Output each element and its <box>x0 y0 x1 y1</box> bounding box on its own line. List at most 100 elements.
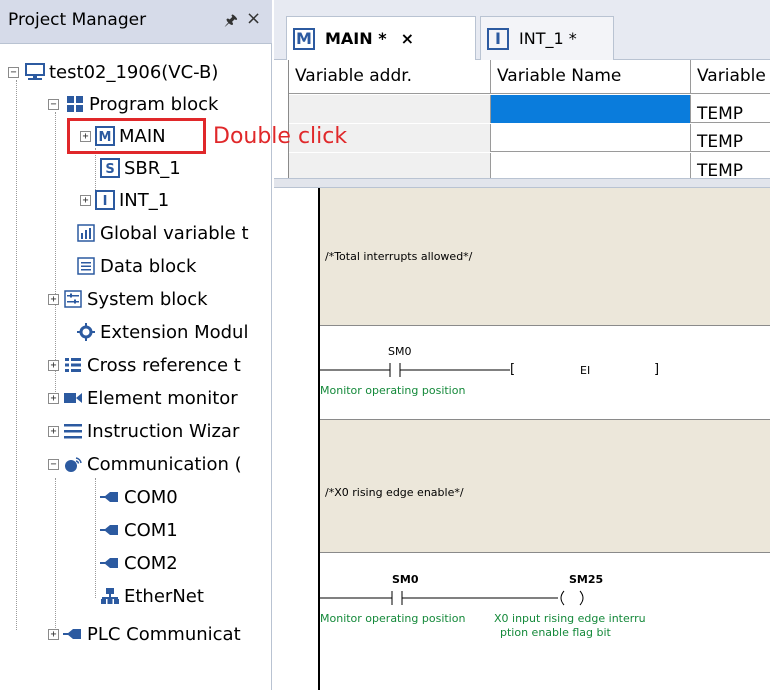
instruction-bracket-open: [ <box>510 362 516 377</box>
expand-icon[interactable]: + <box>48 392 59 404</box>
tree-item-plc-communication[interactable]: + PLC Communicat <box>48 620 241 648</box>
contact-address: SM0 <box>388 345 412 358</box>
ethernet-icon <box>100 586 120 606</box>
editor-splitter[interactable] <box>274 178 770 188</box>
expand-icon[interactable]: + <box>48 359 59 371</box>
tree-item-program-block[interactable]: − Program block <box>48 90 218 118</box>
tree-item-label: COM1 <box>124 519 178 541</box>
expand-icon[interactable]: + <box>48 425 59 437</box>
tab-int-1[interactable]: I INT_1 * <box>480 16 614 60</box>
tree-item-label: System block <box>87 288 208 310</box>
variable-name-cell[interactable] <box>491 153 691 178</box>
tree-item-label: Communication ( <box>87 453 242 475</box>
double-click-annotation: Double click <box>213 124 348 149</box>
project-manager-title: Project Manager <box>8 10 147 30</box>
system-block-icon <box>63 289 83 309</box>
tree-item-label: SBR_1 <box>124 157 181 179</box>
tree-item-sbr-1[interactable]: S SBR_1 <box>100 154 181 182</box>
collapse-icon[interactable]: − <box>48 458 59 470</box>
contact-comment: Monitor operating position <box>320 384 466 397</box>
tree-item-instruction-wizard[interactable]: + Instruction Wizar <box>48 417 239 445</box>
variable-type-cell[interactable]: TEMP <box>691 124 770 152</box>
tree-item-com1[interactable]: COM1 <box>100 516 178 544</box>
coil-comment: X0 input rising edge interru <box>494 612 646 625</box>
tree-item-communication[interactable]: − Communication ( <box>48 450 242 478</box>
variable-addr-cell[interactable] <box>289 95 491 123</box>
data-block-icon <box>76 256 96 276</box>
plc-icon <box>25 62 45 82</box>
tree-item-extension-module[interactable]: Extension Modul <box>76 318 248 346</box>
variable-name-cell[interactable] <box>491 124 691 152</box>
collapse-icon[interactable]: − <box>8 66 19 78</box>
tab-label: MAIN * <box>325 29 387 48</box>
tree-item-label: PLC Communicat <box>87 623 241 645</box>
tree-item-label: COM0 <box>124 486 178 508</box>
network-comment: /*X0 rising edge enable*/ <box>325 486 464 499</box>
tree-connector <box>95 478 96 598</box>
project-manager-header: Project Manager 🖈 × <box>0 0 272 44</box>
expand-icon[interactable]: + <box>80 194 91 206</box>
int-i-icon: I <box>95 190 115 210</box>
close-icon[interactable]: × <box>401 29 414 48</box>
variable-table: Variable addr. Variable Name Variable TE… <box>288 60 770 178</box>
tree-item-label: Cross reference t <box>87 354 241 376</box>
contact-address: SM0 <box>392 573 419 586</box>
com-port-icon <box>100 520 120 540</box>
svg-text:S: S <box>105 162 114 177</box>
coil-rung[interactable] <box>320 588 600 608</box>
tree-item-int-1[interactable]: + I INT_1 <box>80 186 169 214</box>
tree-item-cross-reference[interactable]: + Cross reference t <box>48 351 241 379</box>
table-row[interactable]: TEMP <box>289 153 770 178</box>
table-header-row: Variable addr. Variable Name Variable <box>289 60 770 94</box>
extension-module-icon <box>76 322 96 342</box>
collapse-icon[interactable]: − <box>48 98 59 110</box>
coil-comment: ption enable flag bit <box>500 626 611 639</box>
global-variable-icon <box>76 223 96 243</box>
tree-connector <box>55 478 56 638</box>
contact-comment: Monitor operating position <box>320 612 466 625</box>
com-port-icon <box>100 487 120 507</box>
variable-type-cell[interactable]: TEMP <box>691 153 770 178</box>
tab-main[interactable]: M MAIN * × <box>286 16 476 60</box>
tree-item-data-block[interactable]: Data block <box>76 252 196 280</box>
instruction-bracket-close: ] <box>654 362 660 377</box>
column-header[interactable]: Variable addr. <box>289 60 491 94</box>
tree-item-ethernet[interactable]: EtherNet <box>100 582 204 610</box>
program-block-icon <box>65 94 85 114</box>
close-icon[interactable]: × <box>246 8 261 29</box>
pin-icon[interactable]: 🖈 <box>224 10 238 35</box>
expand-icon[interactable]: + <box>48 628 59 640</box>
variable-type-cell[interactable]: TEMP <box>691 95 770 123</box>
svg-text:I: I <box>103 194 108 209</box>
tree-item-project[interactable]: − test02_1906(VC-B) <box>8 58 218 86</box>
tree-item-label: Instruction Wizar <box>87 420 240 442</box>
tree-item-label: INT_1 <box>119 189 170 211</box>
tree-item-label: COM2 <box>124 552 178 574</box>
sbr-s-icon: S <box>100 158 120 178</box>
variable-name-cell[interactable] <box>491 95 691 123</box>
tree-item-com0[interactable]: COM0 <box>100 483 178 511</box>
project-manager-panel: Project Manager 🖈 × − test02_1906(VC-B) … <box>0 0 272 690</box>
expand-icon[interactable]: + <box>48 293 59 305</box>
tree-item-label: Data block <box>100 255 197 277</box>
tree-item-label: test02_1906(VC-B) <box>49 61 219 83</box>
tree-item-system-block[interactable]: + System block <box>48 285 208 313</box>
int-i-icon: I <box>487 27 509 50</box>
tree-item-element-monitor[interactable]: + Element monitor <box>48 384 238 412</box>
contact-rung[interactable] <box>320 360 680 380</box>
column-header[interactable]: Variable <box>691 60 770 94</box>
column-header[interactable]: Variable Name <box>491 60 691 94</box>
table-row[interactable]: TEMP <box>289 124 770 152</box>
cross-reference-icon <box>63 355 83 375</box>
tree-item-com2[interactable]: COM2 <box>100 549 178 577</box>
variable-addr-cell[interactable] <box>289 153 491 178</box>
coil-address: SM25 <box>569 573 604 586</box>
main-m-icon: M <box>293 27 315 50</box>
plc-communication-icon <box>63 624 83 644</box>
tree-item-global-variable[interactable]: Global variable t <box>76 219 249 247</box>
instruction-name[interactable]: EI <box>580 364 590 377</box>
communication-icon <box>63 454 83 474</box>
tree-connector <box>16 80 17 630</box>
table-row[interactable]: TEMP <box>289 95 770 123</box>
tree-item-label: EtherNet <box>124 585 204 607</box>
